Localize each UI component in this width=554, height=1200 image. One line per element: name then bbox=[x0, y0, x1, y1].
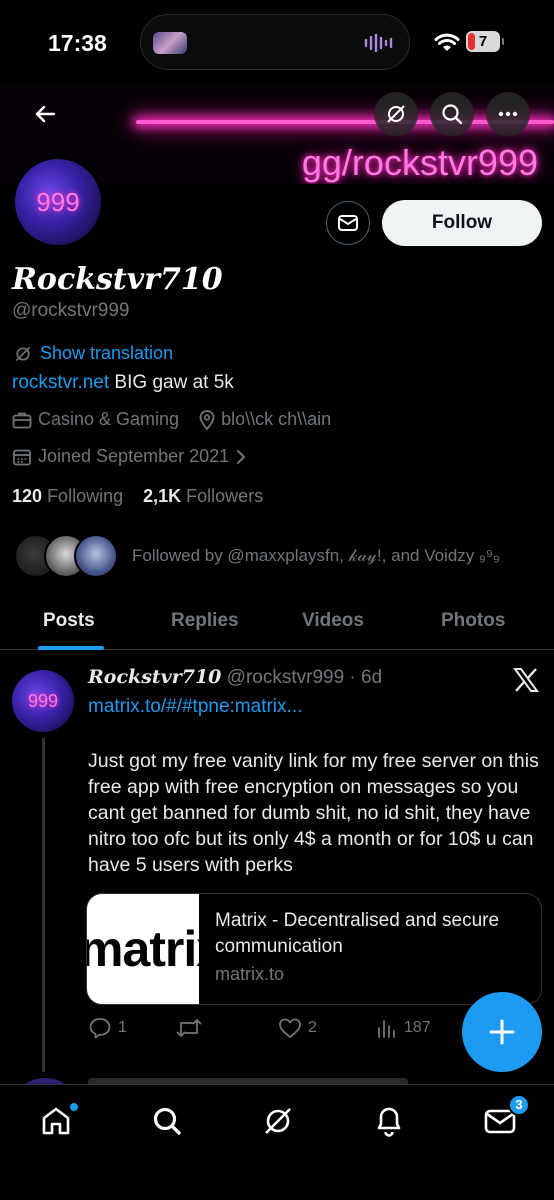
like-count: 2 bbox=[308, 1019, 317, 1036]
post-author-avatar[interactable]: 999 bbox=[12, 670, 74, 732]
show-translation-link[interactable]: Show translation bbox=[14, 343, 173, 364]
nav-notifications[interactable] bbox=[369, 1101, 409, 1141]
audio-wave-icon bbox=[364, 33, 393, 53]
post-link[interactable]: matrix.to/#/#tpne:matrix... bbox=[88, 696, 302, 718]
profile-avatar[interactable]: 999 bbox=[12, 156, 104, 248]
link-card-image-text: matrix bbox=[87, 921, 199, 977]
post-author-name[interactable]: Rockstvr710 bbox=[88, 666, 221, 688]
link-card-domain: matrix.to bbox=[215, 964, 285, 984]
views-count: 187 bbox=[404, 1019, 431, 1036]
post-text: Just got my free vanity link for my free… bbox=[88, 750, 539, 876]
search-icon bbox=[153, 1107, 181, 1135]
more-options-button[interactable] bbox=[486, 92, 530, 136]
profile-joined-row[interactable]: Joined September 2021 bbox=[12, 446, 247, 467]
calendar-icon bbox=[13, 449, 31, 465]
profile-category: Casino & Gaming bbox=[38, 409, 180, 429]
grok-icon bbox=[387, 105, 405, 123]
home-icon bbox=[42, 1107, 70, 1135]
repost-action[interactable] bbox=[176, 1017, 208, 1039]
arrow-left-icon bbox=[35, 105, 56, 123]
heart-icon bbox=[279, 1018, 301, 1038]
grok-icon bbox=[265, 1108, 291, 1134]
post-header: Rockstvr710 @rockstvr999 · 6d bbox=[88, 666, 382, 689]
battery-indicator: 7 bbox=[466, 31, 504, 52]
search-icon bbox=[442, 104, 463, 125]
profile-location: blo\\ck ch\\ain bbox=[221, 409, 332, 429]
message-button[interactable] bbox=[326, 201, 370, 245]
plus-icon bbox=[489, 1019, 515, 1045]
tab-replies[interactable]: Replies bbox=[171, 610, 239, 632]
next-post-peek bbox=[12, 1076, 532, 1084]
chevron-right-icon bbox=[237, 449, 246, 464]
followers-stat[interactable]: 2,1K Followers bbox=[143, 486, 263, 506]
nav-grok[interactable] bbox=[258, 1101, 298, 1141]
envelope-icon bbox=[338, 215, 358, 231]
repost-icon bbox=[176, 1019, 202, 1037]
banner-text: gg/rockstvr999 bbox=[301, 142, 538, 183]
link-card-title: Matrix - Decentralised and secure commun… bbox=[215, 910, 500, 957]
follower-avatar bbox=[74, 534, 118, 578]
followed-by-row[interactable]: Followed by @maxxplaysfn, 𝓀𝒶𝓎!, and Void… bbox=[14, 532, 500, 580]
like-action[interactable]: 2 bbox=[278, 1017, 317, 1039]
reply-count: 1 bbox=[118, 1019, 127, 1036]
avatar-text: 999 bbox=[36, 186, 80, 217]
profile-tabs: Posts Replies Videos Photos bbox=[0, 596, 554, 650]
profile-stats: 120 Following 2,1K Followers bbox=[12, 486, 263, 507]
nav-home[interactable] bbox=[36, 1101, 78, 1141]
post-actions: 1 2 187 bbox=[88, 1017, 448, 1045]
briefcase-icon bbox=[12, 412, 32, 428]
tab-photos[interactable]: Photos bbox=[441, 610, 505, 632]
location-pin-icon bbox=[199, 409, 215, 430]
nav-search[interactable] bbox=[147, 1101, 187, 1141]
grok-icon bbox=[15, 346, 31, 361]
show-translation-label: Show translation bbox=[40, 343, 174, 363]
messages-badge: 3 bbox=[508, 1094, 530, 1116]
profile-display-name: Rockstvr710 bbox=[12, 262, 223, 297]
profile-handle: @rockstvr999 bbox=[12, 300, 130, 321]
profile-bio: rockstvr.net BIG gaw at 5k bbox=[12, 372, 234, 394]
reply-icon bbox=[89, 1018, 111, 1039]
followed-by-text: Followed by @maxxplaysfn, 𝓀𝒶𝓎!, and Void… bbox=[132, 546, 500, 565]
x-logo-icon bbox=[513, 668, 539, 692]
link-card[interactable]: matrix Matrix - Decentralised and secure… bbox=[86, 893, 542, 1005]
active-tab-indicator bbox=[38, 646, 104, 650]
search-button[interactable] bbox=[430, 92, 474, 136]
profile-joined: Joined September 2021 bbox=[38, 446, 230, 466]
avatar-text: 999 bbox=[27, 690, 59, 711]
back-button[interactable] bbox=[23, 92, 67, 136]
wifi-icon bbox=[434, 33, 460, 51]
views-icon bbox=[378, 1020, 395, 1038]
home-notification-dot bbox=[70, 1103, 78, 1111]
bell-icon bbox=[377, 1107, 401, 1137]
status-bar: 17:38 7 bbox=[0, 0, 554, 84]
reply-action[interactable]: 1 bbox=[88, 1017, 127, 1039]
thread-line bbox=[42, 738, 45, 1072]
follow-button[interactable]: Follow bbox=[382, 200, 542, 246]
link-card-image: matrix bbox=[87, 894, 199, 1004]
bottom-navigation bbox=[0, 1084, 554, 1200]
now-playing-thumbnail bbox=[153, 32, 187, 54]
tab-videos[interactable]: Videos bbox=[302, 610, 364, 632]
tab-posts[interactable]: Posts bbox=[43, 610, 95, 632]
bio-link[interactable]: rockstvr.net bbox=[12, 372, 109, 393]
more-dots-icon bbox=[498, 111, 518, 117]
compose-post-button[interactable] bbox=[462, 992, 542, 1072]
profile-meta-row: Casino & Gaming blo\\ck ch\\ain bbox=[12, 409, 331, 430]
dynamic-island[interactable] bbox=[140, 14, 410, 70]
grok-button[interactable] bbox=[374, 92, 418, 136]
status-time: 17:38 bbox=[48, 30, 107, 56]
post-author-meta: @rockstvr999 · 6d bbox=[221, 667, 383, 688]
bio-text: BIG gaw at 5k bbox=[109, 372, 234, 393]
views-action[interactable]: 187 bbox=[376, 1017, 431, 1039]
following-stat[interactable]: 120 Following bbox=[12, 486, 123, 506]
